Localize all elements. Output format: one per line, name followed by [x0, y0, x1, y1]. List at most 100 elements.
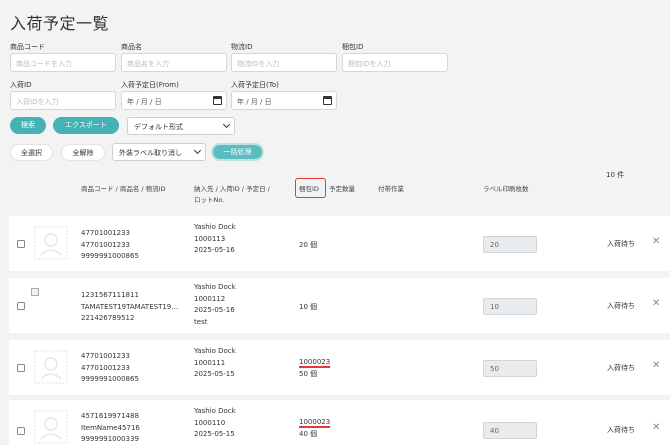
product-thumbnail-icon [34, 226, 68, 260]
status-badge: 入荷待ち [607, 240, 635, 248]
quantity: 20 個 [299, 241, 318, 249]
product-name-label: 商品名 [121, 43, 142, 51]
product-name: ItemName45716 [81, 423, 140, 432]
close-icon[interactable]: ✕ [652, 236, 660, 247]
close-icon[interactable]: ✕ [652, 360, 660, 371]
date-from-label: 入荷予定日(From) [121, 81, 179, 89]
product-code: 1231567111811 [81, 291, 139, 299]
deselect-all-button[interactable]: 全解除 [61, 144, 105, 161]
package-id-label: 梱包ID [342, 43, 364, 51]
quantity: 50 個 [299, 369, 318, 378]
table-row: 47701001233 47701001233 9999991000865 Ya… [9, 340, 670, 395]
chevron-down-icon [193, 146, 202, 155]
search-button[interactable]: 検索 [10, 117, 46, 134]
destination: Yashio Dock [194, 347, 236, 355]
product-thumbnail-icon [34, 350, 68, 384]
date-to-input[interactable]: 年 / 月 / 日 [231, 91, 337, 110]
label-action-select[interactable]: 外装ラベル取り消し [112, 143, 206, 161]
export-format-select[interactable]: デフォルト形式 [127, 117, 235, 135]
package-id: 1000023 [299, 358, 331, 366]
logistics-id-label: 物流ID [231, 43, 253, 51]
arrival-id: 1000112 [194, 294, 226, 303]
header-extra-work: 付帯作業 [378, 185, 404, 193]
arrival-id-input[interactable]: 入荷IDを入力 [10, 91, 116, 110]
chevron-down-icon [222, 120, 231, 129]
scheduled-date: 2025-05-16 [194, 306, 235, 314]
product-name-input[interactable]: 商品名を入力 [121, 53, 227, 72]
label-action-value: 外装ラベル取り消し [119, 149, 182, 157]
close-icon[interactable]: ✕ [652, 298, 660, 309]
logistics-id-input[interactable]: 物流IDを入力 [231, 53, 337, 72]
status-badge: 入荷待ち [607, 364, 635, 372]
date-from-value: 年 / 月 / 日 [127, 98, 162, 106]
label-count-input[interactable]: 10 [483, 298, 537, 315]
product-code: 47701001233 [81, 229, 130, 237]
header-label-count: ラベル印刷枚数 [483, 185, 529, 193]
arrival-id: 1000111 [194, 358, 226, 367]
select-all-button[interactable]: 全選択 [10, 144, 53, 161]
row-checkbox[interactable] [17, 427, 25, 435]
date-to-value: 年 / 月 / 日 [237, 98, 272, 106]
row-checkbox[interactable] [17, 240, 25, 248]
destination-info: Yashio Dock 1000112 2025-05-16 test [194, 282, 236, 328]
arrival-id: 1000113 [194, 234, 226, 243]
package-quantity: 1000023 40 個 [299, 417, 330, 440]
calendar-icon[interactable] [323, 96, 332, 105]
quantity: 10 個 [299, 303, 318, 311]
date-to-label: 入荷予定日(To) [231, 81, 279, 89]
logistics-id: 9999991000865 [81, 252, 139, 260]
header-quantity: 予定数量 [329, 185, 355, 193]
product-code-label: 商品コード [10, 43, 45, 51]
table-row: 47701001233 47701001233 9999991000865 Ya… [9, 216, 670, 271]
destination: Yashio Dock [194, 407, 236, 415]
table-row: 1231567111811 TAMATEST19TAMATEST19… 2214… [9, 278, 670, 333]
destination-info: Yashio Dock 1000113 2025-05-16 [194, 222, 236, 257]
product-info: 1231567111811 TAMATEST19TAMATEST19… 2214… [81, 290, 178, 325]
product-info: 47701001233 47701001233 9999991000865 [81, 228, 139, 263]
destination: Yashio Dock [194, 283, 236, 291]
product-thumbnail-icon [34, 410, 68, 444]
bulk-process-button[interactable]: 一括処理 [211, 143, 264, 161]
product-name: 47701001233 [81, 240, 130, 249]
header-destination-line1: 納入先 / 入荷ID / 予定日 / [194, 185, 270, 193]
status-badge: 入荷待ち [607, 302, 635, 310]
export-format-value: デフォルト形式 [134, 123, 183, 131]
arrival-id: 1000110 [194, 418, 226, 427]
package-quantity: 1000023 50 個 [299, 357, 330, 380]
export-button[interactable]: エクスポート [53, 117, 119, 134]
logistics-id: 221426789512 [81, 314, 135, 322]
product-name: TAMATEST19TAMATEST19… [81, 302, 179, 311]
product-code-input[interactable]: 商品コードを入力 [10, 53, 116, 72]
status-badge: 入荷待ち [607, 426, 635, 434]
broken-image-icon [31, 288, 39, 296]
arrival-id-label: 入荷ID [10, 81, 32, 89]
lot-number: test [194, 317, 208, 326]
product-code: 4571619971488 [81, 412, 139, 420]
product-code: 47701001233 [81, 352, 130, 360]
close-icon[interactable]: ✕ [652, 422, 660, 433]
destination: Yashio Dock [194, 223, 236, 231]
destination-info: Yashio Dock 1000111 2025-05-15 [194, 346, 236, 381]
page-title: 入荷予定一覧 [10, 14, 110, 33]
quantity: 40 個 [299, 429, 318, 438]
table-row: 4571619971488 ItemName45716 999999100033… [9, 400, 670, 445]
result-count: 10 件 [606, 171, 625, 179]
calendar-icon[interactable] [213, 96, 222, 105]
header-destination: 納入先 / 入荷ID / 予定日 / ロットNo. [194, 184, 270, 206]
row-checkbox[interactable] [17, 364, 25, 372]
logistics-id: 9999991000339 [81, 435, 139, 443]
row-checkbox[interactable] [17, 302, 25, 310]
scheduled-date: 2025-05-16 [194, 246, 235, 254]
date-from-input[interactable]: 年 / 月 / 日 [121, 91, 227, 110]
product-info: 4571619971488 ItemName45716 999999100033… [81, 411, 140, 445]
label-count-input[interactable]: 50 [483, 360, 537, 377]
header-product: 商品コード / 商品名 / 物流ID [81, 185, 166, 193]
label-count-input[interactable]: 20 [483, 236, 537, 253]
package-id: 1000023 [299, 418, 331, 426]
scheduled-date: 2025-05-15 [194, 370, 235, 378]
destination-info: Yashio Dock 1000110 2025-05-15 [194, 406, 236, 441]
package-id-input[interactable]: 梱包IDを入力 [342, 53, 448, 72]
scheduled-date: 2025-05-15 [194, 430, 235, 438]
product-info: 47701001233 47701001233 9999991000865 [81, 351, 139, 386]
label-count-input[interactable]: 40 [483, 422, 537, 439]
